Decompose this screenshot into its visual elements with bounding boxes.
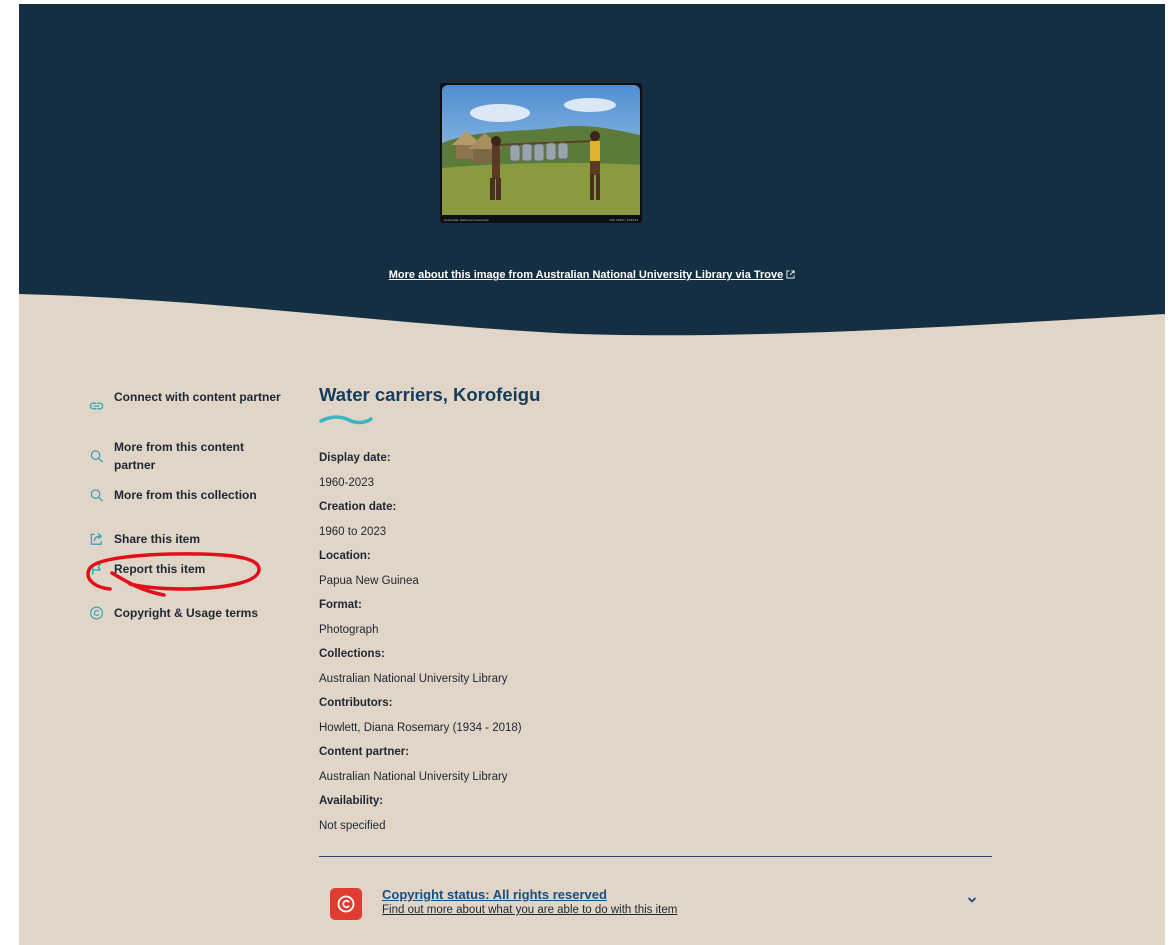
chevron-down-icon[interactable] xyxy=(966,896,978,904)
external-link-icon[interactable] xyxy=(786,270,795,279)
field-value-location: Papua New Guinea xyxy=(319,574,419,587)
sidebar-item-more-content-partner[interactable]: More from this content partner xyxy=(87,438,287,474)
item-photo[interactable]: Australian National University CAP 1060 … xyxy=(440,83,642,223)
field-label-availability: Availability: xyxy=(319,795,384,807)
copyright-info-link[interactable]: Find out more about what you are able to… xyxy=(382,904,677,916)
red-annotation-circle xyxy=(86,552,261,597)
item-details: Water carriers, Korofeigu Display date: … xyxy=(319,384,999,843)
trove-source-link-row: More about this image from Australian Na… xyxy=(19,269,1165,281)
section-divider xyxy=(319,856,992,857)
field-label-display-date: Display date: xyxy=(319,452,391,464)
sidebar-item-label: Share this item xyxy=(114,532,201,546)
sidebar-item-label: Connect with content partner xyxy=(114,390,281,404)
field-label-location: Location: xyxy=(319,550,371,562)
field-value-contributors: Howlett, Diana Rosemary (1934 - 2018) xyxy=(319,721,522,734)
sidebar-item-label: More from this content partner xyxy=(114,440,245,472)
field-label-content-partner: Content partner: xyxy=(319,746,410,758)
share-icon xyxy=(90,533,102,545)
sidebar-item-share[interactable]: Share this item xyxy=(87,530,287,548)
metadata-list: Display date: 1960-2023 Creation date: 1… xyxy=(319,451,999,843)
photo-caption-right: CAP 1060 / 104444 xyxy=(609,218,638,222)
field-value-format: Photograph xyxy=(319,623,379,636)
field-label-collections: Collections: xyxy=(319,648,385,660)
field-value-content-partner: Australian National University Library xyxy=(319,770,508,783)
photo-caption-left: Australian National University xyxy=(444,218,489,222)
link-icon xyxy=(89,402,104,410)
item-title: Water carriers, Korofeigu xyxy=(319,384,541,405)
field-label-contributors: Contributors: xyxy=(319,697,393,709)
field-value-collections: Australian National University Library xyxy=(319,672,508,685)
title-underline-squiggle xyxy=(319,415,373,425)
field-label-creation-date: Creation date: xyxy=(319,501,397,513)
copyright-status-link[interactable]: Copyright status: All rights reserved xyxy=(382,887,607,902)
field-value-display-date: 1960-2023 xyxy=(319,476,374,489)
copyright-icon xyxy=(337,895,355,913)
sidebar-item-label: Copyright & Usage terms xyxy=(114,606,259,620)
field-label-format: Format: xyxy=(319,599,362,611)
copyright-badge xyxy=(330,888,362,920)
hero-banner: Australian National University CAP 1060 … xyxy=(19,4,1165,344)
field-value-availability: Not specified xyxy=(319,819,386,832)
search-icon xyxy=(90,489,103,502)
copyright-icon xyxy=(89,606,104,620)
search-icon xyxy=(90,450,103,463)
sidebar-item-copyright[interactable]: Copyright & Usage terms xyxy=(87,604,287,622)
copyright-status-accordion[interactable]: Copyright status: All rights reserved Fi… xyxy=(330,884,990,924)
sidebar-item-more-collection[interactable]: More from this collection xyxy=(87,486,287,504)
field-value-creation-date: 1960 to 2023 xyxy=(319,525,387,538)
trove-source-link[interactable]: More about this image from Australian Na… xyxy=(389,269,783,281)
sidebar-item-label: More from this collection xyxy=(114,488,257,502)
page: Australian National University CAP 1060 … xyxy=(19,4,1165,945)
sidebar-item-connect[interactable]: Connect with content partner xyxy=(87,388,287,424)
